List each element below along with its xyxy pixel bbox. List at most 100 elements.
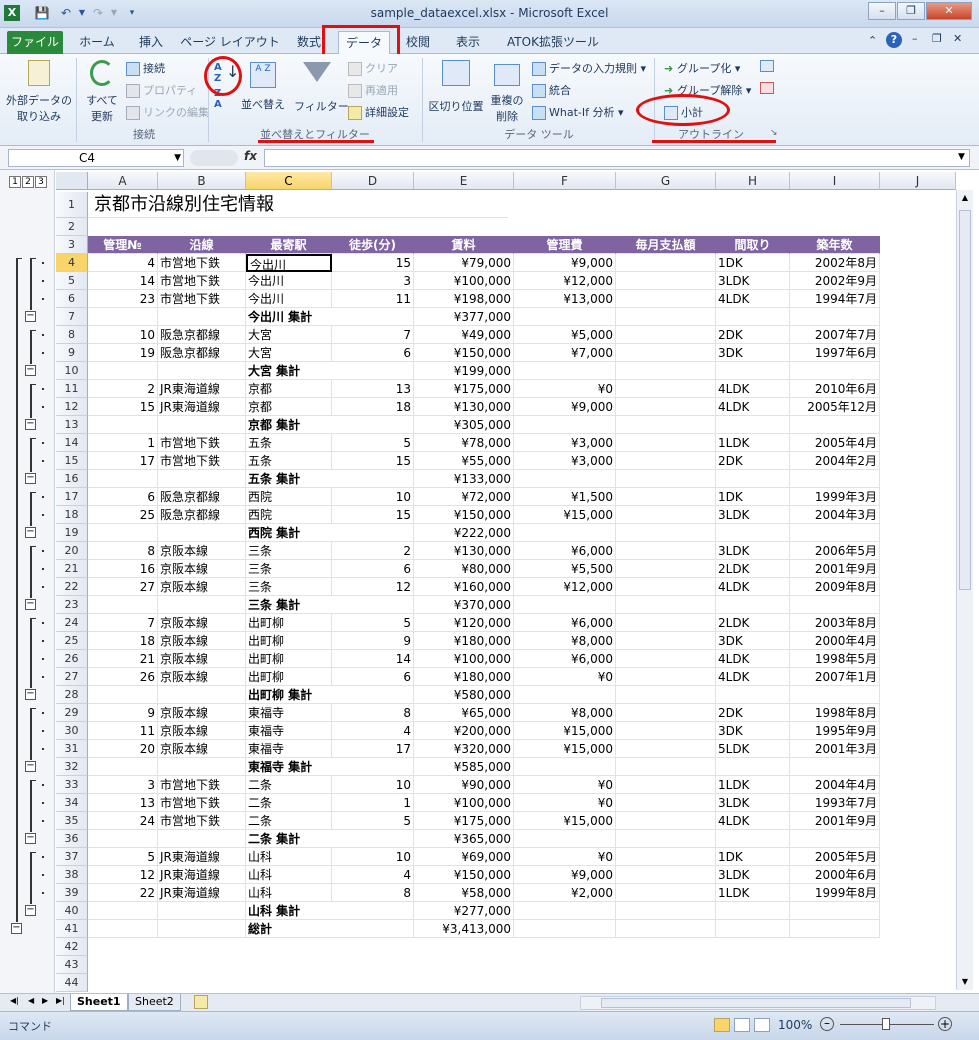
data-cell-a[interactable]: 10 bbox=[88, 326, 158, 344]
data-cell-f[interactable]: ¥9,000 bbox=[514, 398, 616, 416]
data-cell-h[interactable]: 3LDK bbox=[716, 794, 790, 812]
subtotal-cell-c[interactable]: 五条 集計 bbox=[246, 470, 332, 488]
data-cell-b[interactable]: JR東海道線 bbox=[158, 380, 246, 398]
sheet-tab-sheet2[interactable]: Sheet2 bbox=[128, 994, 181, 1011]
data-cell-b[interactable]: 京阪本線 bbox=[158, 578, 246, 596]
column-title-7[interactable]: 間取り bbox=[716, 236, 790, 254]
row-header-23[interactable]: 23 bbox=[56, 596, 88, 614]
data-cell-d[interactable]: 5 bbox=[332, 812, 414, 830]
data-cell-e[interactable]: ¥72,000 bbox=[414, 488, 514, 506]
subtotal-cell-e[interactable]: ¥370,000 bbox=[414, 596, 514, 614]
subtotal-cell-a[interactable] bbox=[88, 416, 158, 434]
data-cell-f[interactable]: ¥8,000 bbox=[514, 632, 616, 650]
data-cell-i[interactable]: 2010年6月 bbox=[790, 380, 880, 398]
data-cell-e[interactable]: ¥65,000 bbox=[414, 704, 514, 722]
insert-sheet-icon[interactable] bbox=[194, 995, 208, 1009]
data-cell-d[interactable]: 5 bbox=[332, 614, 414, 632]
data-cell-a[interactable]: 23 bbox=[88, 290, 158, 308]
data-cell-c[interactable]: 大宮 bbox=[246, 344, 332, 362]
subtotal-cell-g[interactable] bbox=[616, 596, 716, 614]
subtotal-cell-a[interactable] bbox=[88, 758, 158, 776]
data-cell-h[interactable]: 3DK bbox=[716, 632, 790, 650]
scroll-thumb[interactable] bbox=[959, 210, 971, 590]
data-cell-a[interactable]: 11 bbox=[88, 722, 158, 740]
data-cell-c[interactable]: 今出川 bbox=[246, 254, 332, 272]
zoom-slider-thumb[interactable] bbox=[882, 1018, 890, 1030]
column-header-G[interactable]: G bbox=[616, 172, 716, 190]
data-cell-d[interactable]: 6 bbox=[332, 668, 414, 686]
row-header-2[interactable]: 2 bbox=[56, 218, 88, 236]
normal-view-icon[interactable] bbox=[714, 1018, 730, 1032]
data-cell-f[interactable]: ¥3,000 bbox=[514, 434, 616, 452]
row-header-35[interactable]: 35 bbox=[56, 812, 88, 830]
data-cell-i[interactable]: 2005年5月 bbox=[790, 848, 880, 866]
row-header-31[interactable]: 31 bbox=[56, 740, 88, 758]
data-cell-g[interactable] bbox=[616, 542, 716, 560]
properties-button[interactable]: プロパティ bbox=[126, 82, 197, 98]
subtotal-cell-b[interactable] bbox=[158, 308, 246, 326]
tab-page-layout[interactable]: ページ レイアウト bbox=[180, 31, 280, 54]
subtotal-cell-b[interactable] bbox=[158, 470, 246, 488]
subtotal-cell-b[interactable] bbox=[158, 596, 246, 614]
edit-links-button[interactable]: リンクの編集 bbox=[126, 104, 209, 120]
data-cell-g[interactable] bbox=[616, 722, 716, 740]
subtotal-cell-c[interactable]: 出町柳 集計 bbox=[246, 686, 332, 704]
data-cell-b[interactable]: 阪急京都線 bbox=[158, 506, 246, 524]
subtotal-cell-e[interactable]: ¥222,000 bbox=[414, 524, 514, 542]
what-if-button[interactable]: What-If 分析 ▾ bbox=[532, 104, 624, 120]
data-cell-a[interactable]: 25 bbox=[88, 506, 158, 524]
data-cell-c[interactable]: 三条 bbox=[246, 542, 332, 560]
zoom-in-icon[interactable]: + bbox=[938, 1017, 952, 1031]
subtotal-cell-g[interactable] bbox=[616, 686, 716, 704]
row-header-41[interactable]: 41 bbox=[56, 920, 88, 938]
remove-duplicates-button[interactable]: 重複の 削除 bbox=[488, 58, 526, 124]
data-cell-d[interactable]: 15 bbox=[332, 254, 414, 272]
subtotal-cell-e[interactable]: ¥133,000 bbox=[414, 470, 514, 488]
row-header-22[interactable]: 22 bbox=[56, 578, 88, 596]
subtotal-cell-i[interactable] bbox=[790, 416, 880, 434]
subtotal-cell-c[interactable]: 三条 集計 bbox=[246, 596, 332, 614]
data-cell-e[interactable]: ¥49,000 bbox=[414, 326, 514, 344]
subtotal-cell-h[interactable] bbox=[716, 470, 790, 488]
column-title-3[interactable]: 徒歩(分) bbox=[332, 236, 414, 254]
data-cell-c[interactable]: 二条 bbox=[246, 812, 332, 830]
subtotal-cell-e[interactable]: ¥580,000 bbox=[414, 686, 514, 704]
name-box[interactable]: C4 ▼ bbox=[8, 149, 184, 167]
data-cell-f[interactable]: ¥9,000 bbox=[514, 254, 616, 272]
subtotal-cell-c[interactable]: 東福寺 集計 bbox=[246, 758, 332, 776]
subtotal-cell-g[interactable] bbox=[616, 416, 716, 434]
subtotal-cell-e[interactable]: ¥305,000 bbox=[414, 416, 514, 434]
data-cell-c[interactable]: 三条 bbox=[246, 560, 332, 578]
data-cell-b[interactable]: 市営地下鉄 bbox=[158, 254, 246, 272]
data-cell-c[interactable]: 京都 bbox=[246, 398, 332, 416]
subtotal-cell-f[interactable] bbox=[514, 308, 616, 326]
data-cell-g[interactable] bbox=[616, 650, 716, 668]
subtotal-cell-c[interactable]: 今出川 集計 bbox=[246, 308, 332, 326]
data-cell-d[interactable]: 15 bbox=[332, 506, 414, 524]
data-validation-button[interactable]: データの入力規則 ▾ bbox=[532, 60, 646, 76]
data-cell-h[interactable]: 4LDK bbox=[716, 578, 790, 596]
data-cell-e[interactable]: ¥79,000 bbox=[414, 254, 514, 272]
data-cell-f[interactable]: ¥6,000 bbox=[514, 542, 616, 560]
data-cell-h[interactable]: 4LDK bbox=[716, 290, 790, 308]
row-header-32[interactable]: 32 bbox=[56, 758, 88, 776]
data-cell-b[interactable]: 阪急京都線 bbox=[158, 326, 246, 344]
data-cell-h[interactable]: 3LDK bbox=[716, 506, 790, 524]
minimize-button[interactable]: – bbox=[868, 2, 896, 20]
subtotal-cell-h[interactable] bbox=[716, 308, 790, 326]
collapse-all-button[interactable]: − bbox=[11, 923, 22, 934]
data-cell-i[interactable]: 2005年12月 bbox=[790, 398, 880, 416]
horizontal-scroll-thumb[interactable] bbox=[601, 998, 911, 1008]
data-cell-b[interactable]: 阪急京都線 bbox=[158, 344, 246, 362]
data-cell-b[interactable]: 京阪本線 bbox=[158, 668, 246, 686]
subtotal-cell-b[interactable] bbox=[158, 920, 246, 938]
subtotal-cell-i[interactable] bbox=[790, 308, 880, 326]
data-cell-c[interactable]: 三条 bbox=[246, 578, 332, 596]
subtotal-cell-h[interactable] bbox=[716, 362, 790, 380]
data-cell-g[interactable] bbox=[616, 272, 716, 290]
data-cell-a[interactable]: 20 bbox=[88, 740, 158, 758]
subtotal-cell-h[interactable] bbox=[716, 686, 790, 704]
subtotal-cell-d[interactable] bbox=[332, 416, 414, 434]
data-cell-a[interactable]: 1 bbox=[88, 434, 158, 452]
row-header-16[interactable]: 16 bbox=[56, 470, 88, 488]
